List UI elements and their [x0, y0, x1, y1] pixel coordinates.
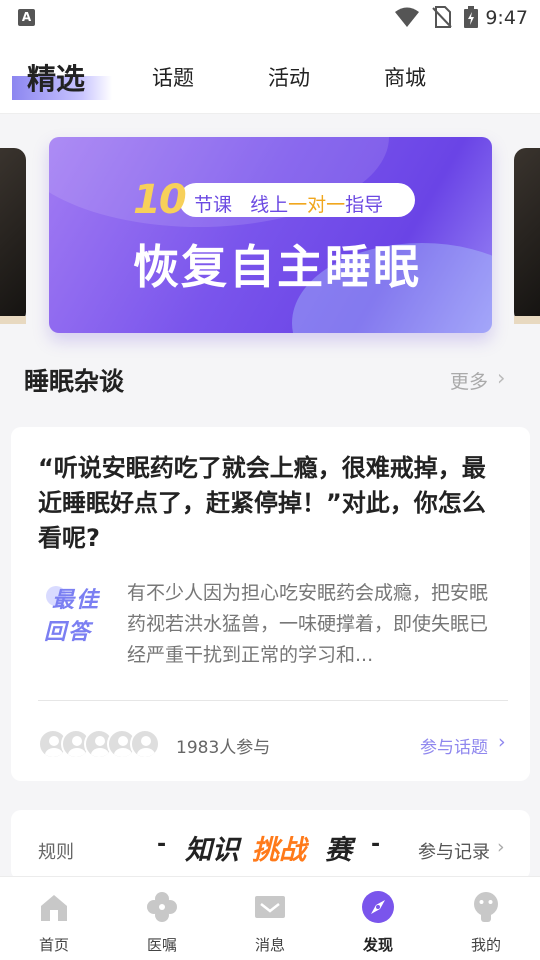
knowledge-challenge-card[interactable]: 规则 - 知识 挑战 赛 - 参与记录 ›: [11, 810, 530, 880]
compass-icon: [362, 891, 394, 923]
participant-count: 1983人参与: [176, 738, 271, 758]
participant-avatars: [38, 729, 160, 759]
status-icons: [394, 6, 478, 28]
message-icon: [255, 896, 285, 918]
banner-subtitle: 节课 线上一对一指导: [194, 190, 383, 217]
chevron-right-icon[interactable]: ›: [498, 731, 506, 753]
chevron-right-icon[interactable]: ›: [497, 836, 505, 858]
battery-icon: [464, 6, 478, 28]
tab-topics[interactable]: 话题: [152, 62, 194, 92]
home-icon: [41, 895, 67, 921]
nav-label: 发现: [362, 936, 393, 954]
best-answer-text: 有不少人因为担心吃安眠药会成瘾，把安眠药视若洪水猛兽，一味硬撑着，即使失眠已经严…: [127, 582, 489, 666]
badge-line1: 最佳: [52, 588, 101, 613]
topic-question: “听说安眠药吃了就会上瘾，很难戒掉，最近睡眠好点了，赶紧停掉！”对此，你怎么看呢…: [38, 454, 486, 552]
nav-profile[interactable]: 我的: [432, 877, 540, 960]
nav-label: 消息: [254, 936, 285, 954]
promo-banner[interactable]: 10 节课 线上一对一指导 恢复自主睡眠: [49, 137, 492, 333]
badge-line2: 回答: [44, 620, 93, 645]
join-topic-link[interactable]: 参与话题: [420, 733, 488, 758]
section-title: 睡眠杂谈: [24, 367, 125, 396]
divider: [38, 700, 508, 701]
tab-featured[interactable]: 精选: [27, 56, 85, 98]
clover-icon: [147, 892, 177, 922]
banner-subtitle-highlight: 一对一: [288, 194, 346, 216]
nav-discover[interactable]: 发现: [324, 877, 432, 960]
topic-card[interactable]: “听说安眠药吃了就会上瘾，很难戒掉，最近睡眠好点了，赶紧停掉！”对此，你怎么看呢…: [11, 427, 530, 781]
banner-subtitle-suffix: 指导: [345, 194, 384, 216]
challenge-title-part2: 挑战: [252, 835, 306, 866]
chevron-right-icon[interactable]: ›: [497, 366, 505, 390]
nav-messages[interactable]: 消息: [216, 877, 324, 960]
nav-label: 医嘱: [146, 936, 177, 954]
wifi-icon: [395, 7, 419, 27]
no-sim-icon: [432, 6, 452, 28]
avatar: [130, 729, 160, 759]
bottom-nav-bar: 首页 医嘱 消息 发现 我的: [0, 876, 540, 960]
banner-subtitle-prefix: 节课 线上: [194, 194, 289, 216]
nav-advice[interactable]: 医嘱: [108, 877, 216, 960]
title-dash-right: -: [371, 832, 381, 857]
status-bar: A 9:47: [0, 0, 540, 36]
nav-label: 我的: [470, 936, 501, 954]
profile-icon: [474, 892, 498, 922]
tab-activities[interactable]: 活动: [268, 62, 310, 92]
top-tab-bar: 精选 话题 活动 商城: [0, 36, 540, 114]
nav-label: 首页: [38, 936, 69, 954]
tab-mall[interactable]: 商城: [384, 62, 426, 92]
clock: 9:47: [485, 7, 528, 29]
system-app-icon: A: [18, 9, 35, 26]
more-link[interactable]: 更多: [450, 367, 488, 394]
carousel-prev-slide[interactable]: [0, 148, 26, 324]
participation-record-link[interactable]: 参与记录: [418, 838, 490, 864]
carousel-next-slide[interactable]: [514, 148, 540, 324]
challenge-title-part1: 知识: [185, 835, 239, 866]
challenge-title-part3: 赛: [325, 835, 352, 866]
banner-title: 恢复自主睡眠: [133, 240, 421, 294]
title-dash-left: -: [157, 832, 167, 857]
rules-link[interactable]: 规则: [38, 838, 74, 864]
banner-number: 10: [133, 177, 187, 223]
nav-home[interactable]: 首页: [0, 877, 108, 960]
